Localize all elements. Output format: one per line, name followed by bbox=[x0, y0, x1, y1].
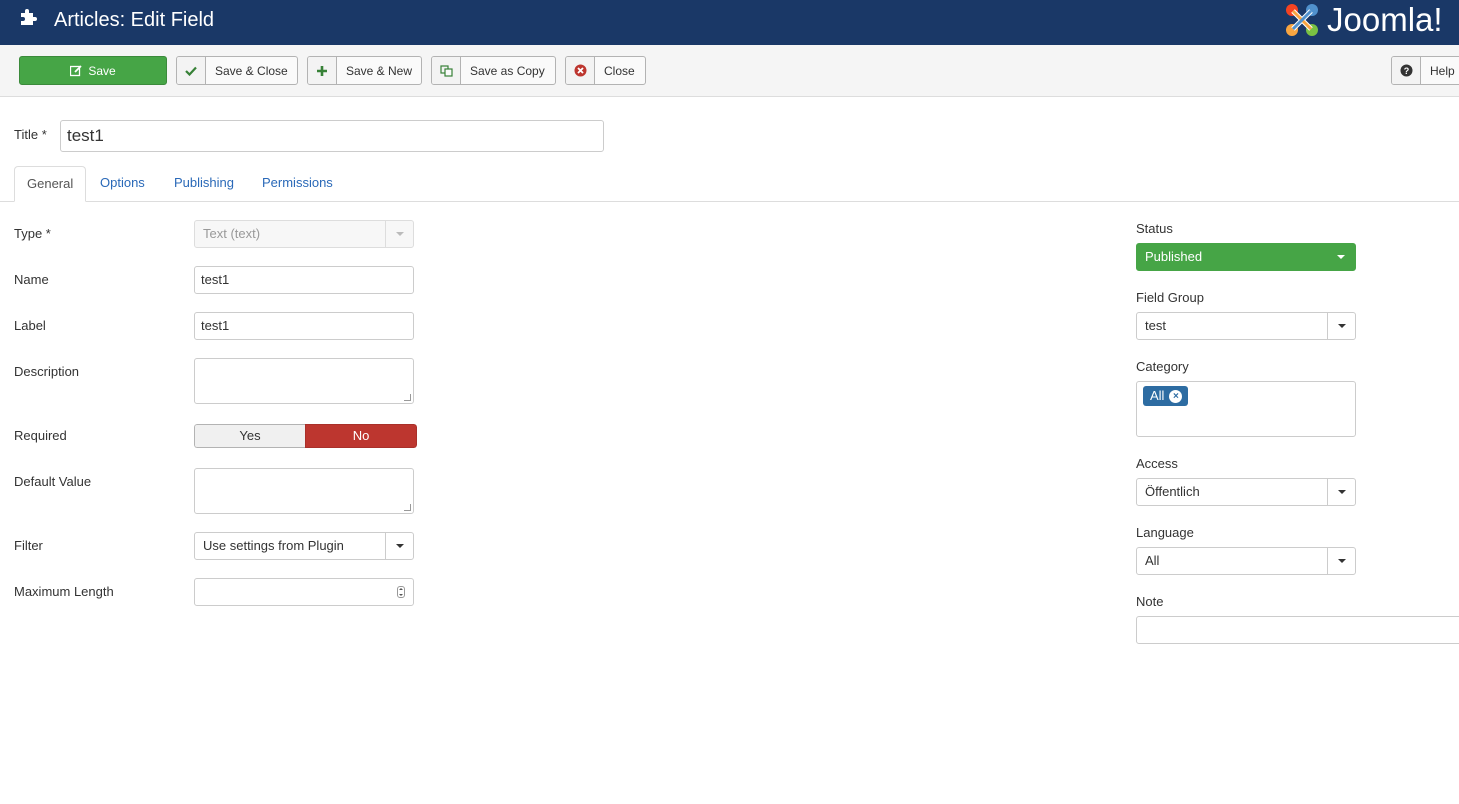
title-label: Title * bbox=[14, 127, 47, 142]
chevron-down-icon bbox=[385, 533, 413, 559]
save-close-label: Save & Close bbox=[215, 63, 288, 78]
category-label: Category bbox=[1136, 359, 1189, 374]
default-value-textarea[interactable] bbox=[194, 468, 414, 514]
required-yes-button[interactable]: Yes bbox=[194, 424, 305, 448]
number-stepper-icon[interactable] bbox=[397, 586, 405, 598]
label-input[interactable]: test1 bbox=[194, 312, 414, 340]
tab-bar: General Options Publishing Permissions bbox=[0, 166, 1459, 202]
note-input[interactable] bbox=[1136, 616, 1459, 644]
field-group-select[interactable]: test bbox=[1136, 312, 1356, 340]
label-label: Label bbox=[14, 318, 46, 333]
check-icon bbox=[177, 57, 206, 84]
chevron-down-icon bbox=[385, 221, 413, 247]
save-button[interactable]: Save bbox=[19, 56, 167, 85]
name-label: Name bbox=[14, 272, 49, 287]
chevron-down-icon bbox=[1327, 244, 1355, 270]
resize-grip-icon[interactable] bbox=[404, 504, 411, 511]
type-select[interactable]: Text (text) bbox=[194, 220, 414, 248]
category-chip: All × bbox=[1143, 386, 1189, 406]
status-value: Published bbox=[1145, 249, 1203, 264]
toolbar: Save Save & Close Save & New Save as Cop… bbox=[0, 45, 1459, 97]
tab-permissions[interactable]: Permissions bbox=[250, 166, 345, 202]
language-label: Language bbox=[1136, 525, 1194, 540]
help-button[interactable]: ? Help bbox=[1391, 56, 1459, 85]
resize-grip-icon[interactable] bbox=[404, 394, 411, 401]
access-select[interactable]: Öffentlich bbox=[1136, 478, 1356, 506]
name-input[interactable]: test1 bbox=[194, 266, 414, 294]
edit-icon bbox=[70, 64, 82, 76]
type-value: Text (text) bbox=[203, 226, 261, 241]
close-circle-icon bbox=[566, 57, 595, 84]
status-select[interactable]: Published bbox=[1136, 243, 1356, 271]
save-copy-button[interactable]: Save as Copy bbox=[431, 56, 556, 85]
access-value: Öffentlich bbox=[1145, 484, 1200, 499]
tab-general[interactable]: General bbox=[14, 166, 87, 202]
save-new-label: Save & New bbox=[345, 63, 413, 78]
max-length-label: Maximum Length bbox=[14, 584, 114, 599]
category-chip-label: All bbox=[1150, 388, 1165, 403]
filter-value: Use settings from Plugin bbox=[203, 538, 344, 553]
help-label: Help bbox=[1430, 63, 1455, 78]
tab-publishing[interactable]: Publishing bbox=[162, 166, 246, 202]
copy-icon bbox=[432, 57, 461, 84]
field-group-label: Field Group bbox=[1136, 290, 1204, 305]
chevron-down-icon bbox=[1327, 313, 1355, 339]
page-title: Articles: Edit Field bbox=[54, 9, 215, 31]
max-length-input[interactable] bbox=[194, 578, 414, 606]
chevron-down-icon bbox=[1327, 479, 1355, 505]
app-header: Articles: Edit Field Joomla! bbox=[0, 0, 1459, 45]
language-value: All bbox=[1145, 553, 1160, 568]
joomla-brand-text: Joomla! bbox=[1327, 1, 1443, 38]
tab-options[interactable]: Options bbox=[88, 166, 157, 202]
plus-icon bbox=[308, 57, 337, 84]
note-label: Note bbox=[1136, 594, 1164, 609]
field-group-value: test bbox=[1145, 318, 1166, 333]
required-toggle: Yes No bbox=[194, 424, 417, 448]
svg-text:?: ? bbox=[1403, 66, 1409, 76]
required-no-button[interactable]: No bbox=[305, 424, 417, 448]
save-copy-label: Save as Copy bbox=[470, 63, 545, 78]
access-label: Access bbox=[1136, 456, 1178, 471]
description-label: Description bbox=[14, 364, 80, 379]
joomla-logo: Joomla! bbox=[1283, 0, 1459, 40]
close-button[interactable]: Close bbox=[565, 56, 646, 85]
language-select[interactable]: All bbox=[1136, 547, 1356, 575]
required-label: Required bbox=[14, 428, 67, 443]
filter-select[interactable]: Use settings from Plugin bbox=[194, 532, 414, 560]
type-label: Type * bbox=[14, 226, 51, 241]
title-input[interactable]: test1 bbox=[60, 120, 604, 152]
save-new-button[interactable]: Save & New bbox=[307, 56, 422, 85]
question-icon: ? bbox=[1392, 57, 1421, 84]
category-multiselect[interactable]: All × bbox=[1136, 381, 1356, 437]
chevron-down-icon bbox=[1327, 548, 1355, 574]
default-value-label: Default Value bbox=[14, 474, 92, 489]
remove-chip-icon[interactable]: × bbox=[1169, 389, 1183, 403]
close-label: Close bbox=[604, 63, 635, 78]
joomla-logo-icon bbox=[1286, 4, 1318, 36]
description-textarea[interactable] bbox=[194, 358, 414, 404]
save-close-button[interactable]: Save & Close bbox=[176, 56, 298, 85]
save-label: Save bbox=[88, 63, 116, 78]
puzzle-icon bbox=[21, 9, 37, 25]
status-label: Status bbox=[1136, 221, 1173, 236]
filter-label: Filter bbox=[14, 538, 43, 553]
